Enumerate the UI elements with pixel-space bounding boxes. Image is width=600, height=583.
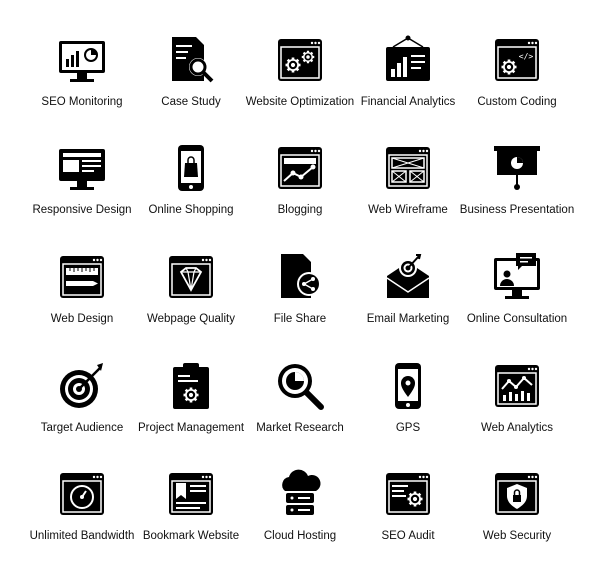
monitor-layout-icon	[59, 149, 105, 190]
browser-gears-icon	[278, 39, 322, 81]
phone-location-icon	[395, 363, 421, 409]
clipboard-gear-icon	[173, 363, 209, 409]
browser-shield-lock-icon	[495, 473, 539, 515]
browser-wireframe-icon	[386, 147, 430, 189]
svg-text:</>: </>	[519, 52, 534, 61]
document-search-icon	[172, 37, 214, 83]
icon-cell: GPS	[353, 361, 463, 461]
icon-cell: Online Shopping	[136, 143, 246, 243]
icon-label: Web Security	[482, 530, 552, 542]
icon-cell: Web Analytics	[462, 361, 572, 461]
browser-list-gear-icon	[386, 473, 430, 515]
icon-cell: SEO Monitoring	[27, 35, 137, 135]
board-chart-icon	[386, 35, 430, 81]
icon-cell: Bookmark Website	[136, 469, 246, 569]
icon-cell: Cloud Hosting	[245, 469, 355, 569]
icon-cell: Business Presentation	[460, 143, 574, 243]
browser-code-gear-icon: </>	[495, 39, 539, 81]
icon-label: Online Consultation	[466, 313, 568, 325]
browser-ruler-pencil-icon	[60, 256, 104, 298]
file-share-icon	[281, 254, 321, 298]
icon-cell: Webpage Quality	[136, 252, 246, 352]
icon-cell: Unlimited Bandwidth	[27, 469, 137, 569]
icon-cell: Project Management	[136, 361, 246, 461]
magnifier-pie-icon	[278, 364, 324, 410]
icon-cell: Market Research	[245, 361, 355, 461]
icon-label: Custom Coding	[477, 96, 557, 108]
icon-cell: SEO Audit	[353, 469, 463, 569]
envelope-target-icon	[386, 254, 430, 298]
icon-label: Web Analytics	[480, 422, 553, 434]
browser-analytics-icon	[495, 365, 539, 407]
icon-cell: Financial Analytics	[353, 35, 463, 135]
monitor-chart-icon	[59, 41, 105, 82]
icon-cell: Responsive Design	[27, 143, 137, 243]
icon-cell: File Share	[245, 252, 355, 352]
monitor-chat-user-icon	[494, 253, 540, 299]
icon-label: Business Presentation	[459, 204, 575, 216]
icon-cell: </> Custom Coding	[462, 35, 572, 135]
browser-diamond-icon	[169, 256, 213, 298]
icon-cell: Website Optimization	[245, 35, 355, 135]
icon-cell: Web Design	[27, 252, 137, 352]
icon-cell: Blogging	[245, 143, 355, 243]
icon-cell: Web Security	[462, 469, 572, 569]
browser-speedometer-icon	[60, 473, 104, 515]
icon-cell: Email Marketing	[353, 252, 463, 352]
icon-cell: Case Study	[136, 35, 246, 135]
browser-line-graph-icon	[278, 147, 322, 189]
target-arrow-icon	[60, 363, 103, 408]
icon-set-grid: SEO Monitoring Case Study Website Optimiza…	[0, 0, 600, 583]
browser-bookmark-icon	[169, 473, 213, 515]
cloud-server-icon	[282, 469, 321, 515]
presentation-board-icon	[494, 146, 540, 190]
icon-cell: Target Audience	[27, 361, 137, 461]
icon-cell: Web Wireframe	[353, 143, 463, 243]
phone-bag-icon	[178, 145, 204, 191]
icon-cell: Online Consultation	[462, 252, 572, 352]
